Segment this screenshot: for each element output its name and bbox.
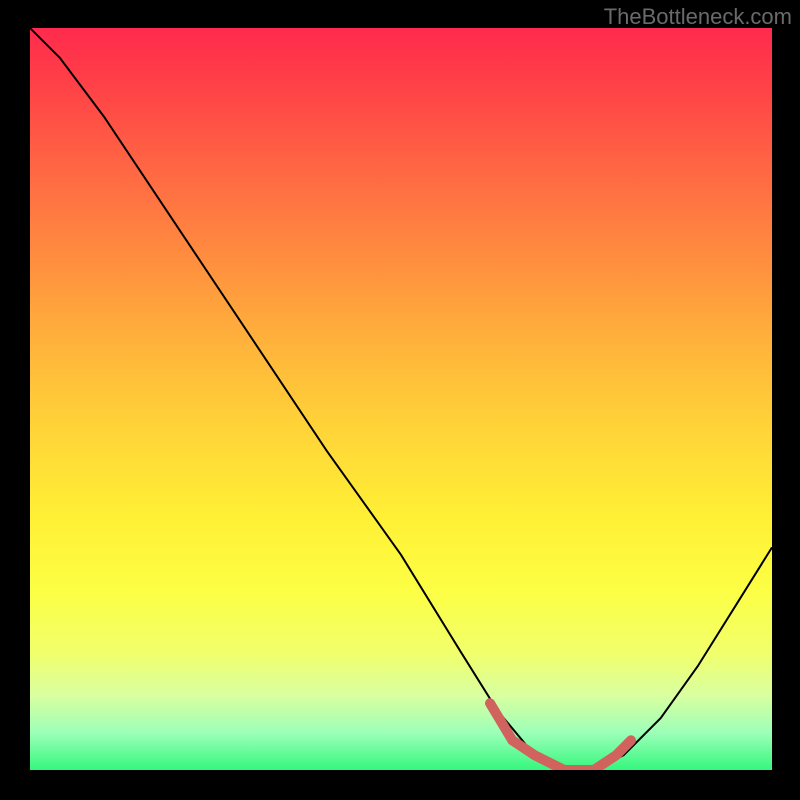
- watermark-text: TheBottleneck.com: [604, 4, 792, 30]
- chart-svg: [30, 28, 772, 770]
- highlight-segment: [490, 703, 631, 770]
- bottleneck-curve: [30, 28, 772, 770]
- chart-plot-area: [30, 28, 772, 770]
